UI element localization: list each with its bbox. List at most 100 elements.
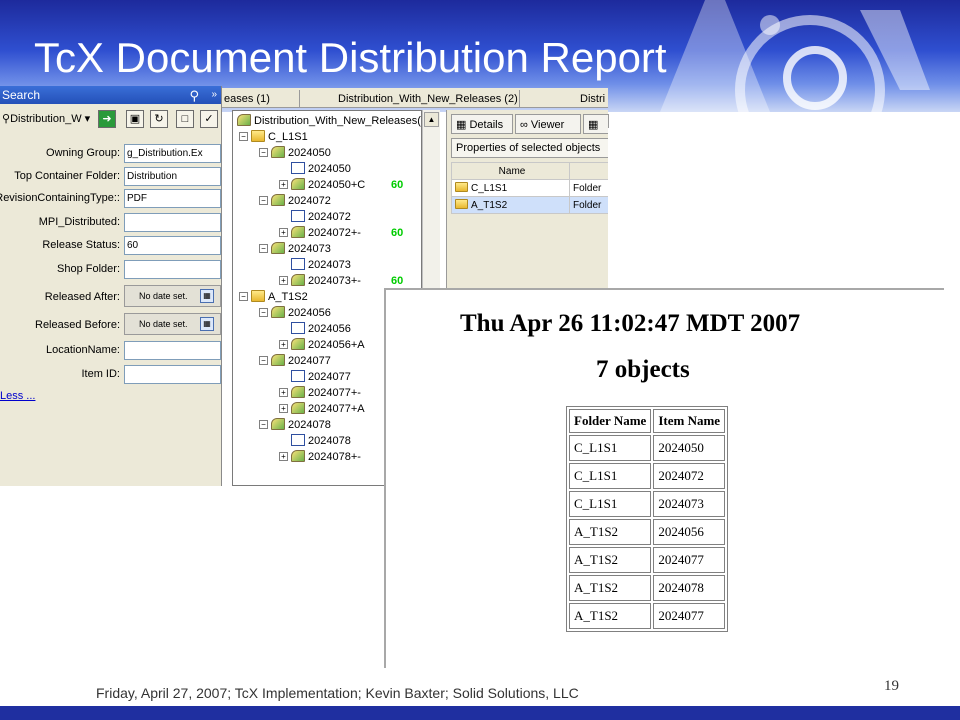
tree-node[interactable]: 2024050 <box>279 161 351 177</box>
report-cell-item-name: 2024078 <box>653 575 726 601</box>
report-output: Thu Apr 26 11:02:47 MDT 2007 7 objects F… <box>384 288 944 668</box>
tree-node[interactable]: 2024073 <box>279 257 351 273</box>
shop-folder-input[interactable] <box>124 260 221 279</box>
tree-node[interactable]: 2024078 <box>279 433 351 449</box>
collapse-icon[interactable]: − <box>239 292 248 301</box>
collapse-icon[interactable]: − <box>259 148 268 157</box>
report-row: A_T1S2 2024056 <box>569 519 726 545</box>
tree-node[interactable]: +2024050+C <box>279 177 365 193</box>
location-name-input[interactable] <box>124 341 221 360</box>
scroll-up-icon[interactable]: ▲ <box>424 112 439 127</box>
collapse-icon[interactable]: − <box>259 196 268 205</box>
tree-node[interactable]: +2024077+- <box>279 385 361 401</box>
collapse-icon[interactable]: − <box>259 308 268 317</box>
table-row[interactable]: C_L1S1 Folder <box>451 179 609 197</box>
report-row: A_T1S2 2024077 <box>569 603 726 629</box>
column-type[interactable] <box>569 162 609 180</box>
item-id-input[interactable] <box>124 365 221 384</box>
report-cell-folder-name: A_T1S2 <box>569 575 652 601</box>
top-container-folder-input[interactable]: Distribution <box>124 167 221 186</box>
report-cell-folder-name: A_T1S2 <box>569 603 652 629</box>
tree-node-label: 2024072 <box>288 195 331 207</box>
refresh-icon[interactable]: ↻ <box>150 110 168 128</box>
report-cell-folder-name: A_T1S2 <box>569 519 652 545</box>
release-status-badge: 60 <box>391 179 404 191</box>
tab-releases-1[interactable]: eases (1) <box>224 90 300 108</box>
tree-node-label: 2024077 <box>288 355 331 367</box>
tree-node[interactable]: − 2024078 <box>259 417 331 433</box>
tree-node[interactable]: − 2024077 <box>259 353 331 369</box>
tree-node[interactable]: +2024077+A <box>279 401 365 417</box>
item-icon <box>271 194 285 206</box>
tree-node[interactable]: − C_L1S1 <box>239 129 308 145</box>
released-after-date[interactable]: No date set. ▦ <box>124 285 221 307</box>
results-tab-strip: eases (1) Distribution_With_New_Releases… <box>222 88 608 108</box>
table-row-selected[interactable]: A_T1S2 Folder <box>451 196 609 214</box>
tree-node[interactable]: 2024056 <box>279 321 351 337</box>
item-revision-icon <box>291 450 305 462</box>
tree-node-label: 2024056+A <box>308 339 365 351</box>
chevron-double-right-icon[interactable]: » <box>211 86 217 104</box>
tree-node[interactable]: − 2024073 <box>259 241 331 257</box>
collapse-icon[interactable]: − <box>259 420 268 429</box>
item-revision-icon <box>291 178 305 190</box>
tab-viewer[interactable]: ∞ Viewer <box>515 114 581 134</box>
revision-containing-type-input[interactable]: PDF <box>124 189 221 208</box>
clear-icon[interactable]: ✓ <box>200 110 218 128</box>
tree-node[interactable]: +2024056+A <box>279 337 365 353</box>
tree-node-label: 2024077+- <box>308 387 361 399</box>
folder-icon <box>455 182 468 192</box>
tree-node[interactable]: − A_T1S2 <box>239 289 308 305</box>
column-name[interactable]: Name <box>451 162 570 180</box>
tab-distribution-with-new-releases-2[interactable]: Distribution_With_New_Releases (2) <box>324 90 520 108</box>
released-before-date[interactable]: No date set. ▦ <box>124 313 221 335</box>
expand-icon[interactable]: + <box>279 228 288 237</box>
tree-node[interactable]: +2024072+- <box>279 225 361 241</box>
search-title: Search <box>2 88 41 102</box>
tree-node[interactable]: 2024077 <box>279 369 351 385</box>
properties-header: Properties of selected objects <box>451 138 609 158</box>
field-released-after: Released After: No date set. ▦ <box>0 285 222 307</box>
collapse-icon[interactable]: − <box>259 244 268 253</box>
calendar-icon[interactable]: ▦ <box>200 317 214 331</box>
tree-node-label: 2024078+- <box>308 451 361 463</box>
report-column-item-name: Item Name <box>653 409 726 433</box>
owning-group-input[interactable]: g_Distribution.Ex <box>124 144 221 163</box>
release-status-input[interactable]: 60 <box>124 236 221 255</box>
mpi-distributed-input[interactable] <box>124 213 221 232</box>
search-icon[interactable]: ⚲ <box>189 87 199 105</box>
saved-query-select[interactable]: ⚲Distribution_W ▾ <box>2 110 94 128</box>
item-revision-icon <box>291 386 305 398</box>
tree-node[interactable]: − 2024072 <box>259 193 331 209</box>
expand-icon[interactable]: + <box>279 452 288 461</box>
tree-node[interactable]: 2024072 <box>279 209 351 225</box>
expand-icon[interactable]: + <box>279 340 288 349</box>
tree-node-label: 2024050 <box>308 163 351 175</box>
execute-search-button[interactable]: ➜ <box>98 110 116 128</box>
tab-more[interactable]: ▦ <box>583 114 609 134</box>
collapse-icon[interactable]: − <box>259 356 268 365</box>
expand-icon[interactable]: + <box>279 388 288 397</box>
report-row: C_L1S1 2024050 <box>569 435 726 461</box>
details-panel: ▦ Details ∞ Viewer ▦ Properties of selec… <box>446 110 609 288</box>
tree-node[interactable]: +2024073+- <box>279 273 361 289</box>
lock-icon[interactable]: □ <box>176 110 194 128</box>
tab-distribution-3[interactable]: Distri <box>566 90 606 108</box>
save-icon[interactable]: ▣ <box>126 110 144 128</box>
report-row: A_T1S2 2024078 <box>569 575 726 601</box>
tree-node[interactable]: − 2024056 <box>259 305 331 321</box>
less-link[interactable]: Less ... <box>0 390 35 402</box>
search-panel-header: Search ⚲ » <box>0 86 221 104</box>
expand-icon[interactable]: + <box>279 180 288 189</box>
expand-icon[interactable]: + <box>279 404 288 413</box>
tab-details[interactable]: ▦ Details <box>451 114 513 134</box>
field-released-before: Released Before: No date set. ▦ <box>0 313 222 335</box>
tree-root[interactable]: Distribution_With_New_Releases( <box>237 113 421 129</box>
field-shop-folder: Shop Folder: <box>0 260 222 280</box>
tree-node[interactable]: +2024078+- <box>279 449 361 465</box>
expand-icon[interactable]: + <box>279 276 288 285</box>
item-icon <box>271 418 285 430</box>
tree-node[interactable]: − 2024050 <box>259 145 331 161</box>
calendar-icon[interactable]: ▦ <box>200 289 214 303</box>
collapse-icon[interactable]: − <box>239 132 248 141</box>
